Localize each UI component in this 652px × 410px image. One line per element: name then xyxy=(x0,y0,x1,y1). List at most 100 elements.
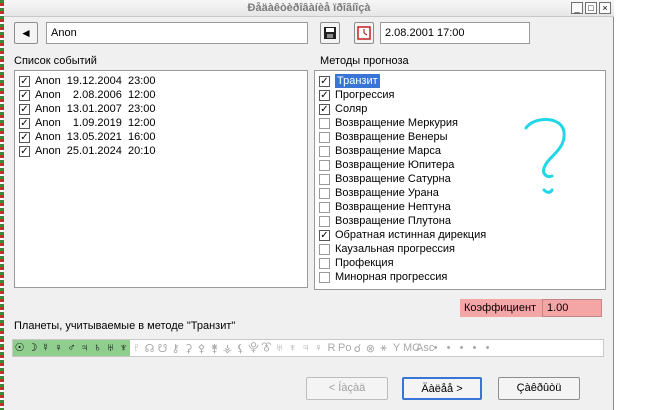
planet-glyph-inactive[interactable]: ⚶ xyxy=(221,342,234,355)
name-input[interactable]: Anon xyxy=(46,22,308,44)
checkbox-checked-icon[interactable]: ✓ xyxy=(319,103,330,115)
planet-glyph-active[interactable]: ♆ xyxy=(117,340,130,356)
checkbox-unchecked-icon[interactable] xyxy=(319,131,330,143)
events-list[interactable]: ✓ Anon 19.12.2004 23:00 ✓ Anon 2.08.2006 12… xyxy=(14,70,308,288)
checkbox-checked-icon[interactable]: ✓ xyxy=(319,89,330,101)
checkbox-checked-icon[interactable]: ✓ xyxy=(19,103,30,115)
planet-glyph-active[interactable]: ☿ xyxy=(39,340,52,356)
checkbox-checked-icon[interactable]: ✓ xyxy=(19,131,30,143)
methods-item[interactable]: ✓ Прогрессия xyxy=(315,88,605,102)
planet-glyph-active[interactable]: ♄ xyxy=(91,340,104,356)
forecast-dialog: Ðåäàêòèðîâàíèå ïðîãíîçà _ □ × ◄ Anon 2.0… xyxy=(4,0,614,410)
planet-glyph-inactive[interactable]: ⯔ xyxy=(260,340,273,356)
checkbox-checked-icon[interactable]: ✓ xyxy=(319,229,330,241)
title-bar[interactable]: Ðåäàêòèðîâàíèå ïðîãíîçà _ □ × xyxy=(4,0,614,17)
checkbox-checked-icon[interactable]: ✓ xyxy=(19,145,30,157)
planet-glyph-inactive[interactable]: ⯓ xyxy=(247,340,260,356)
methods-item[interactable]: Каузальная прогрессия xyxy=(315,242,605,256)
checkbox-checked-icon[interactable]: ✓ xyxy=(19,75,30,87)
checkbox-unchecked-icon[interactable] xyxy=(319,243,330,255)
planet-glyph-inactive[interactable]: MC xyxy=(403,342,420,354)
methods-item-label: Прогрессия xyxy=(335,89,395,101)
checkbox-unchecked-icon[interactable] xyxy=(319,271,330,283)
planet-glyph-inactive[interactable]: • xyxy=(481,342,494,354)
events-item[interactable]: ✓ Anon 13.05.2021 16:00 xyxy=(15,130,307,144)
datetime-input[interactable]: 2.08.2001 17:00 xyxy=(380,22,530,44)
checkbox-checked-icon[interactable]: ✓ xyxy=(19,89,30,101)
events-item[interactable]: ✓ Anon 1.09.2019 12:00 xyxy=(15,116,307,130)
events-item[interactable]: ✓ Anon 2.08.2006 12:00 xyxy=(15,88,307,102)
planet-glyph-inactive[interactable]: R xyxy=(325,342,338,354)
methods-item-label: Возвращение Нептуна xyxy=(335,201,451,213)
planet-glyph-inactive[interactable]: • xyxy=(442,342,455,354)
planet-glyph-inactive[interactable]: ⊗ xyxy=(364,342,377,355)
events-item[interactable]: ✓ Anon 19.12.2004 23:00 xyxy=(15,74,307,88)
methods-item[interactable]: Возвращение Нептуна xyxy=(315,200,605,214)
planet-glyph-inactive[interactable]: ⚹ xyxy=(377,342,390,355)
planet-glyph-inactive[interactable]: Po xyxy=(338,342,351,354)
planet-glyph-active[interactable]: ♀ xyxy=(52,340,65,356)
save-button[interactable] xyxy=(320,22,340,44)
coefficient-input[interactable]: 1.00 xyxy=(542,299,602,317)
checkbox-unchecked-icon[interactable] xyxy=(319,173,330,185)
planet-glyph-active[interactable]: ☉ xyxy=(13,340,26,356)
back-arrow-button[interactable]: ◄ xyxy=(14,22,38,44)
checkbox-unchecked-icon[interactable] xyxy=(319,215,330,227)
methods-item-label: Транзит xyxy=(335,74,380,88)
checkbox-checked-icon[interactable]: ✓ xyxy=(19,117,30,129)
methods-item-label: Возвращение Юпитера xyxy=(335,159,455,171)
events-item[interactable]: ✓ Anon 13.01.2007 23:00 xyxy=(15,102,307,116)
planet-glyph-active[interactable]: ♂ xyxy=(65,340,78,356)
methods-item-label: Возвращение Урана xyxy=(335,187,439,199)
events-item-label: Anon 25.01.2024 20:10 xyxy=(35,145,156,157)
planet-glyph-active[interactable]: ♃ xyxy=(78,340,91,356)
checkbox-checked-icon[interactable]: ✓ xyxy=(319,75,330,87)
planet-selector[interactable]: ☉ ☽ ☿ ♀ ♂ ♃ ♄ ♅ ♆ ♇ ☊ ☋ ⚷ ⚳ ⚴ ⚵ ⚶ ⚸ ⯓ ⯔ ♅ ♆ ♃ ♀ R Po ☌ ⊗ ⚹ Y MC Asc • • • •… xyxy=(12,339,604,357)
planet-glyph-inactive[interactable]: ♃ xyxy=(299,342,312,354)
methods-item[interactable]: Возвращение Плутона xyxy=(315,214,605,228)
planet-glyph-active[interactable]: ☽ xyxy=(26,340,39,356)
next-button[interactable]: Äàëåå > xyxy=(402,377,482,400)
back-button[interactable]: < Íàçàä xyxy=(306,377,388,400)
planet-glyph-inactive[interactable]: ⚴ xyxy=(195,342,208,355)
cancel-button[interactable]: Çàêðûòü xyxy=(498,377,580,400)
planet-glyphs: ☉ ☽ ☿ ♀ ♂ ♃ ♄ ♅ ♆ ♇ ☊ ☋ ⚷ ⚳ ⚴ ⚵ ⚶ ⚸ ⯓ ⯔ ♅ ♆ ♃ ♀ R Po ☌ ⊗ ⚹ Y MC Asc • • • •… xyxy=(13,340,494,356)
planet-glyph-inactive[interactable]: ⚸ xyxy=(234,342,247,355)
minimize-button[interactable]: _ xyxy=(571,2,583,14)
planet-glyph-inactive[interactable]: ☌ xyxy=(351,342,364,355)
checkbox-unchecked-icon[interactable] xyxy=(319,159,330,171)
close-button[interactable]: × xyxy=(599,2,611,14)
planet-glyph-inactive[interactable]: Y xyxy=(390,342,403,354)
methods-item-label: Возвращение Меркурия xyxy=(335,117,458,129)
planet-glyph-inactive[interactable]: • xyxy=(468,342,481,354)
planet-glyph-inactive[interactable]: • xyxy=(429,342,442,354)
planet-glyph-inactive[interactable]: • xyxy=(455,342,468,354)
planet-glyph-inactive[interactable]: ☊ xyxy=(143,342,156,355)
planet-glyph-inactive[interactable]: ♅ xyxy=(273,342,286,354)
calendar-button[interactable] xyxy=(354,22,374,44)
methods-item[interactable]: Профекция xyxy=(315,256,605,270)
methods-item[interactable]: Минорная прогрессия xyxy=(315,270,605,284)
planet-glyph-inactive[interactable]: ⚵ xyxy=(208,342,221,355)
methods-item-label: Обратная истинная дирекция xyxy=(335,229,487,241)
methods-item[interactable]: ✓ Транзит xyxy=(315,74,605,88)
checkbox-unchecked-icon[interactable] xyxy=(319,187,330,199)
checkbox-unchecked-icon[interactable] xyxy=(319,117,330,129)
events-item[interactable]: ✓ Anon 25.01.2024 20:10 xyxy=(15,144,307,158)
checkbox-unchecked-icon[interactable] xyxy=(319,201,330,213)
checkbox-unchecked-icon[interactable] xyxy=(319,145,330,157)
planet-glyph-inactive[interactable]: ♀ xyxy=(312,342,325,354)
planet-glyph-inactive[interactable]: ⚳ xyxy=(182,342,195,355)
methods-item-label: Возвращение Венеры xyxy=(335,131,448,143)
maximize-button[interactable]: □ xyxy=(585,2,597,14)
planets-label: Планеты, учитываемые в методе "Транзит" xyxy=(14,320,236,332)
planet-glyph-inactive[interactable]: ♇ xyxy=(130,342,143,354)
planet-glyph-inactive[interactable]: ☋ xyxy=(156,342,169,355)
planet-glyph-inactive[interactable]: ⚷ xyxy=(169,342,182,355)
checkbox-unchecked-icon[interactable] xyxy=(319,257,330,269)
methods-item[interactable]: ✓ Обратная истинная дирекция xyxy=(315,228,605,242)
events-items: ✓ Anon 19.12.2004 23:00 ✓ Anon 2.08.2006 12… xyxy=(15,71,307,158)
planet-glyph-active[interactable]: ♅ xyxy=(104,340,117,356)
planet-glyph-inactive[interactable]: Asc xyxy=(416,342,434,354)
planet-glyph-inactive[interactable]: ♆ xyxy=(286,342,299,354)
